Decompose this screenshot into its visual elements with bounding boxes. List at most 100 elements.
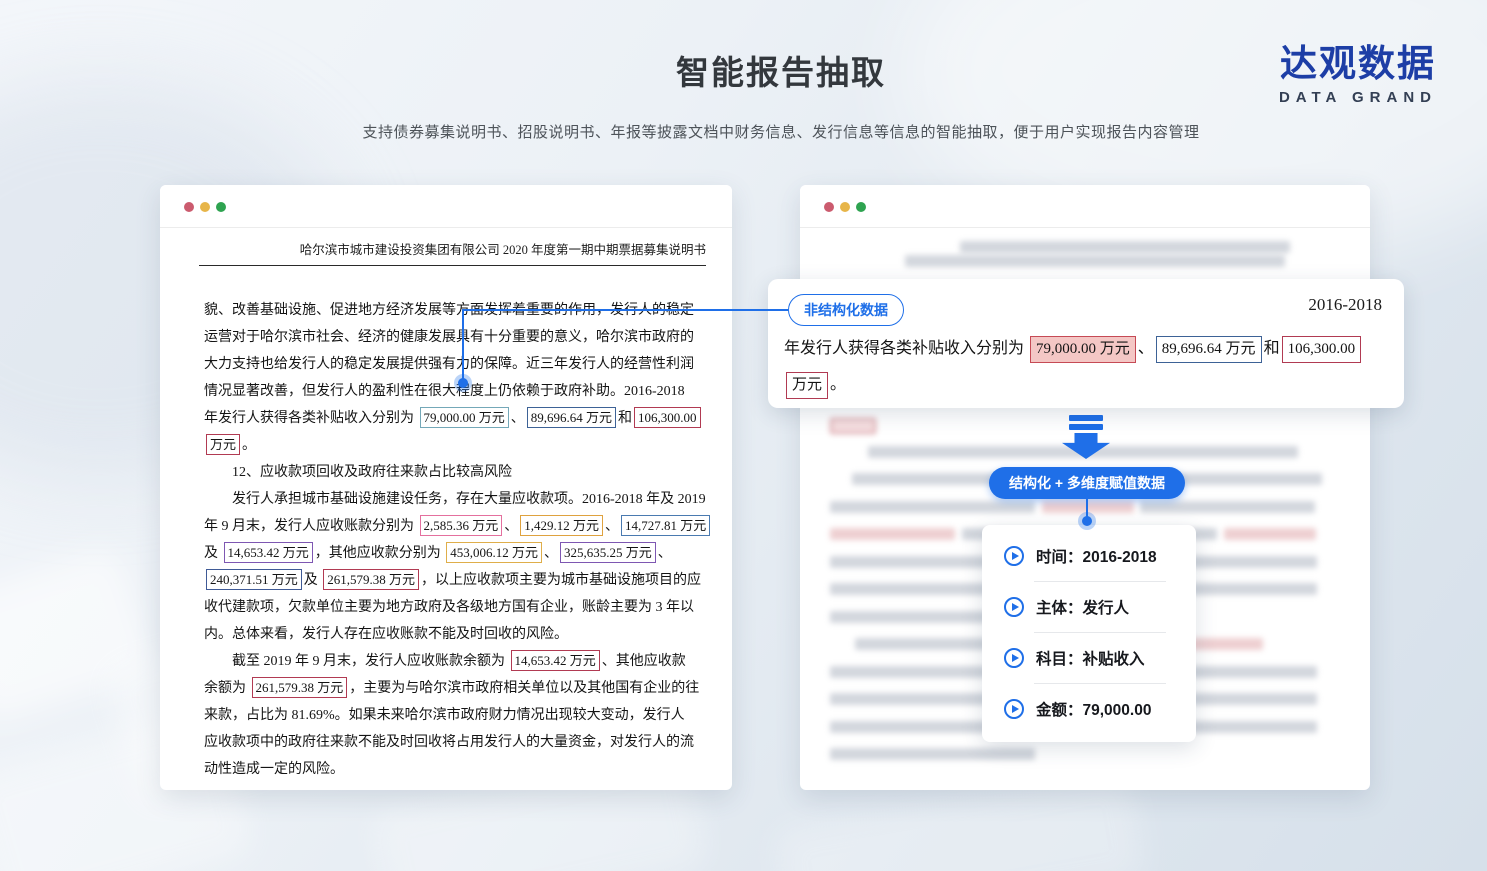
brand-logo-cn: 达观数据 (1279, 44, 1437, 85)
brand-logo-en: DATA GRAND (1279, 89, 1437, 106)
doc-line: 来款，占比为 81.69%。如果未来哈尔滨市政府财力情况出现较大变动，发行人 (204, 702, 709, 729)
doc-line: 年发行人获得各类补贴收入分别为 79,000.00 万元、89,696.64 万… (784, 331, 1363, 367)
boxed-value: 14,727.81 万元 (621, 515, 710, 536)
boxed-value: 106,300.00 (1282, 336, 1362, 363)
boxed-value: 14,653.42 万元 (224, 542, 313, 563)
doc-line: 240,371.51 万元及 261,579.38 万元，以上应收款项主要为城市… (204, 567, 709, 594)
page-title: 智能报告抽取 (676, 46, 886, 94)
doc-text: 。 (242, 438, 256, 453)
structured-item-label: 科目：补贴收入 (1036, 647, 1145, 669)
window-close-icon (184, 202, 194, 212)
doc-text: 及 (204, 546, 222, 561)
doc-line: 截至 2019 年 9 月末，发行人应收账款余额为 14,653.42 万元、其… (204, 648, 709, 675)
period-label: 2016-2018 (1308, 295, 1382, 315)
doc-text: 。 (830, 376, 846, 393)
boxed-value: 万元 (786, 372, 828, 399)
boxed-value: 2,585.36 万元 (420, 515, 503, 536)
doc-line: 万元。 (204, 432, 709, 459)
structured-item: 主体：发行人 (982, 582, 1196, 632)
boxed-value: 89,696.64 万元 (1156, 336, 1262, 363)
doc-text: 、其他应收款 (602, 654, 686, 669)
doc-text: 情况显著改善，但发行人的盈利性在很大程度上仍依赖于政府补助。2016-2018 (204, 384, 685, 399)
arrow-glyph (1012, 654, 1019, 662)
blurred-text-line (830, 418, 876, 434)
boxed-value: 261,579.38 万元 (323, 569, 419, 590)
structured-data-card: 时间：2016-2018主体：发行人科目：补贴收入金额：79,000.00 (982, 525, 1196, 742)
structured-data-button: 结构化 + 多维度赋值数据 (989, 467, 1185, 499)
connector-dot (1082, 516, 1092, 526)
structured-item: 时间：2016-2018 (982, 531, 1196, 581)
blurred-text-line (1042, 501, 1134, 513)
doc-line: 动性造成一定的风险。 (204, 756, 709, 783)
doc-text: 年发行人获得各类补贴收入分别为 (204, 411, 418, 426)
boxed-value: 79,000.00 万元 (1030, 336, 1136, 363)
doc-text: 来款，占比为 81.69%。如果未来哈尔滨市政府财力情况出现较大变动，发行人 (204, 708, 685, 723)
window-minimize-icon (840, 202, 850, 212)
doc-text: ，以上应收款项主要为城市基础设施项目的应 (421, 573, 701, 588)
doc-text: 发行人承担城市基础设施建设任务，存在大量应收款项。2016-2018 年及 20… (232, 492, 706, 507)
doc-line: 收代建款项，欠款单位主要为地方政府及各级地方国有企业，账龄主要为 3 年以 (204, 594, 709, 621)
doc-line: 及 14,653.42 万元，其他应收款分别为 453,006.12 万元、32… (204, 540, 709, 567)
doc-text: 、 (1138, 340, 1154, 357)
circled-right-arrow-icon (1004, 699, 1024, 719)
blurred-text-line (1224, 528, 1316, 540)
blurred-text-line (905, 255, 1285, 267)
doc-text: 、 (504, 519, 518, 534)
down-arrow-bar (1069, 424, 1103, 430)
doc-text: 大力支持也给发行人的稳定发展提供强有力的保障。近三年发行人的经营性利润 (204, 357, 694, 372)
connector-line-horizontal (462, 309, 788, 311)
brand-logo[interactable]: 达观数据 DATA GRAND (1279, 44, 1437, 106)
doc-line: 年 9 月末，发行人应收账款分别为 2,585.36 万元、1,429.12 万… (204, 513, 709, 540)
down-arrow-bar (1069, 415, 1103, 421)
boxed-value: 14,653.42 万元 (511, 650, 600, 671)
doc-text: 和 (618, 411, 632, 426)
doc-text: 、 (511, 411, 525, 426)
circled-right-arrow-icon (1004, 648, 1024, 668)
doc-line: 发行人承担城市基础设施建设任务，存在大量应收款项。2016-2018 年及 20… (204, 486, 709, 513)
blurred-text-line (1140, 501, 1315, 513)
connector-dot (458, 378, 468, 388)
boxed-value: 1,429.12 万元 (520, 515, 603, 536)
doc-text: 年 9 月末，发行人应收账款分别为 (204, 519, 418, 534)
blurred-text-line (830, 528, 955, 540)
page-subtitle: 支持债券募集说明书、招股说明书、年报等披露文档中财务信息、发行信息等信息的智能抽… (362, 121, 1199, 142)
doc-text: 运营对于哈尔滨市社会、经济的健康发展具有十分重要的意义，哈尔滨市政府的 (204, 330, 694, 345)
boxed-value: 453,006.12 万元 (446, 542, 542, 563)
doc-line: 万元。 (784, 367, 1363, 403)
arrow-glyph (1012, 603, 1019, 611)
document-window-left: 哈尔滨市城市建设投资集团有限公司 2020 年度第一期中期票据募集说明书 貌、改… (160, 185, 732, 790)
doc-text: ，其他应收款分别为 (315, 546, 445, 561)
boxed-value: 89,696.64 万元 (527, 407, 616, 428)
window-maximize-icon (216, 202, 226, 212)
arrow-glyph (1012, 705, 1019, 713)
doc-text: 余额为 (204, 681, 250, 696)
doc-text: ，主要为与哈尔滨市政府相关单位以及其他国有企业的往 (349, 681, 699, 696)
structured-item-label: 金额：79,000.00 (1036, 698, 1151, 720)
boxed-value: 240,371.51 万元 (206, 569, 302, 590)
window-close-icon (824, 202, 834, 212)
page: 智能报告抽取 支持债券募集说明书、招股说明书、年报等披露文档中财务信息、发行信息… (0, 0, 1487, 871)
boxed-value: 79,000.00 万元 (420, 407, 509, 428)
callout-sentence: 年发行人获得各类补贴收入分别为 79,000.00 万元、89,696.64 万… (784, 331, 1363, 403)
window-titlebar (800, 185, 1370, 228)
doc-text: 截至 2019 年 9 月末，发行人应收账款余额为 (232, 654, 509, 669)
document-title-header: 哈尔滨市城市建设投资集团有限公司 2020 年度第一期中期票据募集说明书 (199, 239, 706, 266)
doc-text: 及 (304, 573, 322, 588)
circled-right-arrow-icon (1004, 546, 1024, 566)
doc-line: 12、应收款项回收及政府往来款占比较高风险 (204, 459, 709, 486)
blurred-text-line (830, 748, 1035, 760)
document-body: 貌、改善基础设施、促进地方经济发展等方面发挥着重要的作用，发行人的稳定运营对于哈… (204, 297, 709, 783)
boxed-value: 106,300.00 (634, 407, 701, 428)
structured-item: 科目：补贴收入 (982, 633, 1196, 683)
doc-text: 收代建款项，欠款单位主要为地方政府及各级地方国有企业，账龄主要为 3 年以 (204, 600, 694, 615)
unstructured-data-badge: 非结构化数据 (788, 294, 904, 326)
doc-text: 年发行人获得各类补贴收入分别为 (784, 340, 1028, 357)
doc-line: 运营对于哈尔滨市社会、经济的健康发展具有十分重要的意义，哈尔滨市政府的 (204, 324, 709, 351)
doc-text: 动性造成一定的风险。 (204, 762, 344, 777)
blurred-text-line (960, 241, 1290, 253)
doc-line: 余额为 261,579.38 万元，主要为与哈尔滨市政府相关单位以及其他国有企业… (204, 675, 709, 702)
doc-text: 、 (605, 519, 619, 534)
window-titlebar (160, 185, 732, 228)
connector-line-vertical (462, 309, 464, 379)
doc-line: 年发行人获得各类补贴收入分别为 79,000.00 万元、89,696.64 万… (204, 405, 709, 432)
